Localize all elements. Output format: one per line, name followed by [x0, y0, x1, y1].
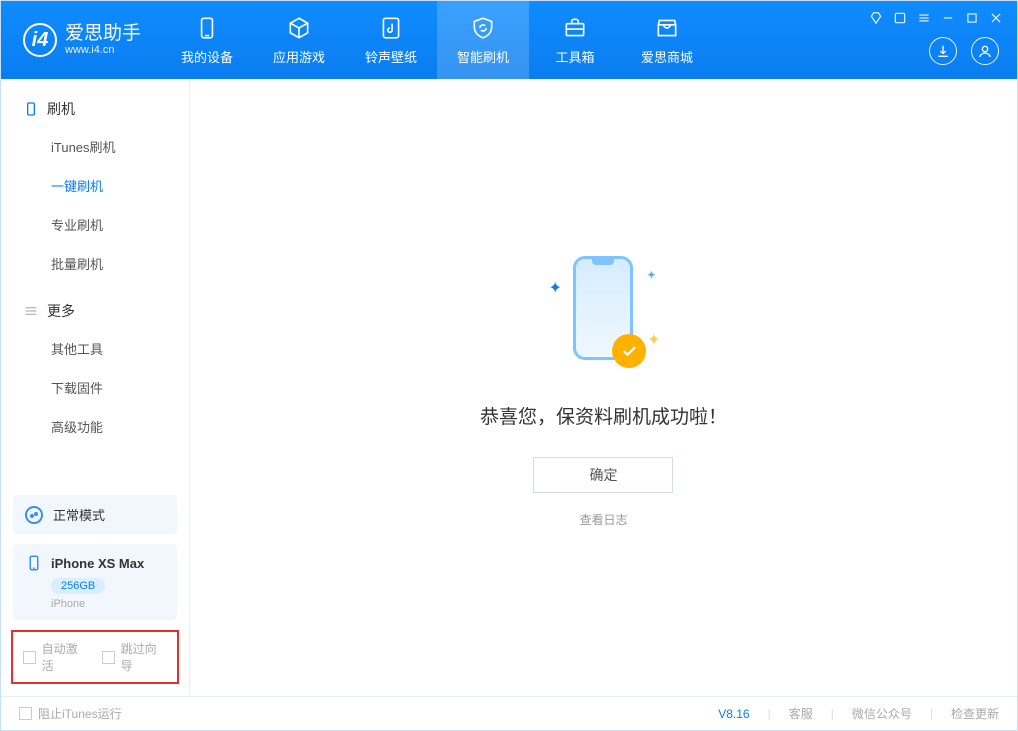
title-bar: i4 爱思助手 www.i4.cn 我的设备 应用游戏 铃声壁纸 智能刷机 工具… — [1, 1, 1017, 79]
nav-apps[interactable]: 应用游戏 — [253, 1, 345, 79]
logo-icon: i4 — [23, 23, 57, 57]
sidebar-item-batch-flash[interactable]: 批量刷机 — [1, 244, 189, 283]
nav-toolbox[interactable]: 工具箱 — [529, 1, 621, 79]
success-illustration: ✦ ✦ ✦ — [528, 248, 678, 378]
nav-store[interactable]: 爱思商城 — [621, 1, 713, 79]
checkbox-skip-guide[interactable]: 跳过向导 — [102, 640, 167, 674]
status-bar: 阻止iTunes运行 V8.16 | 客服 | 微信公众号 | 检查更新 — [1, 696, 1017, 730]
app-url: www.i4.cn — [65, 44, 141, 56]
device-icon — [25, 554, 43, 572]
phone-icon — [23, 101, 39, 117]
device-capacity: 256GB — [51, 578, 105, 594]
nav-flash[interactable]: 智能刷机 — [437, 1, 529, 79]
menu-icon[interactable] — [917, 11, 931, 25]
minimize-button[interactable] — [941, 11, 955, 25]
sidebar-item-itunes-flash[interactable]: iTunes刷机 — [1, 127, 189, 166]
window-controls — [869, 11, 1003, 25]
confirm-button[interactable]: 确定 — [533, 457, 673, 493]
store-icon — [654, 15, 680, 41]
nav-my-device[interactable]: 我的设备 — [161, 1, 253, 79]
footer-link-support[interactable]: 客服 — [789, 705, 813, 722]
nav-ringtones[interactable]: 铃声壁纸 — [345, 1, 437, 79]
footer-link-update[interactable]: 检查更新 — [951, 705, 999, 722]
list-icon — [23, 303, 39, 319]
sidebar-group-more: 更多 — [1, 293, 189, 329]
sidebar-item-other-tools[interactable]: 其他工具 — [1, 329, 189, 368]
flash-result: ✦ ✦ ✦ 恭喜您，保资料刷机成功啦！ 确定 查看日志 — [480, 248, 727, 528]
device-card[interactable]: iPhone XS Max 256GB iPhone — [13, 544, 177, 620]
close-button[interactable] — [989, 11, 1003, 25]
checkbox-block-itunes[interactable]: 阻止iTunes运行 — [19, 705, 122, 722]
app-name: 爱思助手 — [65, 24, 141, 45]
check-badge-icon — [612, 334, 646, 368]
mode-icon — [25, 506, 43, 524]
checkbox-auto-activate[interactable]: 自动激活 — [23, 640, 88, 674]
version-label: V8.16 — [718, 707, 749, 721]
top-nav: 我的设备 应用游戏 铃声壁纸 智能刷机 工具箱 爱思商城 — [161, 1, 713, 79]
success-message: 恭喜您，保资料刷机成功啦！ — [480, 402, 727, 429]
sidebar-item-advanced[interactable]: 高级功能 — [1, 407, 189, 446]
main-content: ✦ ✦ ✦ 恭喜您，保资料刷机成功啦！ 确定 查看日志 — [190, 79, 1017, 696]
sidebar: 刷机 iTunes刷机 一键刷机 专业刷机 批量刷机 更多 其他工具 下载固件 … — [1, 79, 190, 696]
user-button[interactable] — [971, 37, 999, 65]
sidebar-group-flash: 刷机 — [1, 91, 189, 127]
header-actions — [929, 37, 999, 65]
toolbox-icon — [562, 15, 588, 41]
sidebar-item-onekey-flash[interactable]: 一键刷机 — [1, 166, 189, 205]
feedback-icon[interactable] — [893, 11, 907, 25]
maximize-button[interactable] — [965, 11, 979, 25]
device-mode-card[interactable]: 正常模式 — [13, 495, 177, 534]
sidebar-item-pro-flash[interactable]: 专业刷机 — [1, 205, 189, 244]
footer-link-wechat[interactable]: 微信公众号 — [852, 705, 912, 722]
app-logo: i4 爱思助手 www.i4.cn — [1, 23, 161, 57]
theme-icon[interactable] — [869, 11, 883, 25]
download-button[interactable] — [929, 37, 957, 65]
view-log-link[interactable]: 查看日志 — [579, 511, 627, 528]
device-icon — [194, 15, 220, 41]
options-highlight-row: 自动激活 跳过向导 — [11, 630, 179, 684]
device-name: iPhone XS Max — [51, 556, 144, 571]
cube-icon — [286, 15, 312, 41]
device-type: iPhone — [51, 598, 165, 610]
music-file-icon — [378, 15, 404, 41]
sidebar-item-download-firmware[interactable]: 下载固件 — [1, 368, 189, 407]
shield-refresh-icon — [470, 15, 496, 41]
